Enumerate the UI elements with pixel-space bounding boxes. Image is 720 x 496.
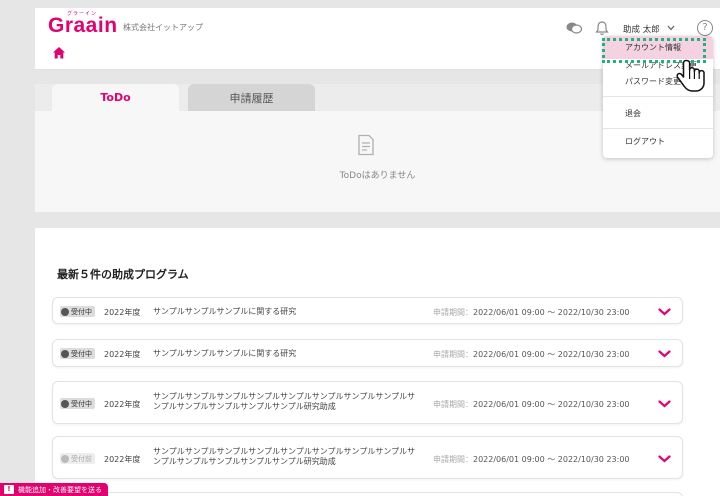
- company-name: 株式会社イットアップ: [123, 23, 203, 32]
- chevron-down-icon[interactable]: [658, 400, 671, 408]
- document-icon: [358, 134, 374, 156]
- status-badge: 受付前: [60, 453, 95, 464]
- program-title: サンプルサンプルサンプルに関する研究: [153, 349, 297, 358]
- program-year: 2022年度: [104, 350, 141, 359]
- program-row[interactable]: [52, 492, 683, 496]
- program-row[interactable]: 受付中 2022年度 サンプルサンプルサンプルに関する研究 申請期間：2022/…: [52, 339, 683, 367]
- menu-divider: [603, 96, 713, 97]
- user-menu-toggle[interactable]: 助成 太郎: [623, 23, 660, 35]
- program-period: 申請期間：2022/06/01 09:00 〜 2022/10/30 23:00: [433, 350, 630, 359]
- status-badge: 受付中: [60, 306, 95, 317]
- section-title: 最新５件の助成プログラム: [57, 268, 189, 281]
- program-title: サンプルサンプルサンプルサンプルサンプルサンプルサンプルサンプルサンプルサンプル…: [153, 447, 416, 466]
- tab-application-history[interactable]: 申請履歴: [188, 84, 315, 111]
- program-title: サンプルサンプルサンプルサンプルサンプルサンプルサンプルサンプルサンプルサンプル…: [153, 392, 416, 411]
- program-year: 2022年度: [104, 400, 141, 409]
- program-period: 申請期間：2022/06/01 09:00 〜 2022/10/30 23:00: [433, 455, 630, 464]
- tab-bar: ToDo 申請履歴: [52, 84, 315, 111]
- status-dot-icon: [61, 454, 69, 463]
- help-icon[interactable]: ?: [697, 20, 713, 36]
- chevron-down-icon[interactable]: [658, 350, 671, 358]
- status-dot-icon: [61, 399, 69, 408]
- home-icon[interactable]: [52, 46, 66, 60]
- program-period: 申請期間：2022/06/01 09:00 〜 2022/10/30 23:00: [433, 308, 630, 317]
- chevron-down-icon[interactable]: [658, 308, 671, 316]
- status-badge: 受付中: [60, 398, 95, 409]
- status-badge: 受付中: [60, 348, 95, 359]
- feedback-button[interactable]: ! 機能追加・改善要望を送る: [0, 483, 108, 496]
- program-row[interactable]: 受付中 2022年度 サンプルサンプルサンプルに関する研究 申請期間：2022/…: [52, 297, 683, 324]
- status-dot-icon: [61, 307, 69, 316]
- status-dot-icon: [61, 349, 69, 358]
- bell-icon[interactable]: [595, 20, 609, 36]
- todo-empty-message: ToDoはありません: [339, 171, 416, 181]
- menu-item-logout[interactable]: ログアウト: [603, 132, 713, 152]
- exclamation-icon: !: [4, 485, 14, 494]
- program-year: 2022年度: [104, 308, 141, 317]
- tab-todo[interactable]: ToDo: [52, 84, 179, 111]
- feedback-label: 機能追加・改善要望を送る: [18, 485, 102, 494]
- chevron-down-icon[interactable]: [658, 455, 671, 463]
- program-period: 申請期間：2022/06/01 09:00 〜 2022/10/30 23:00: [433, 400, 630, 409]
- program-row[interactable]: 受付中 2022年度 サンプルサンプルサンプルサンプルサンプルサンプルサンプルサ…: [52, 381, 683, 424]
- programs-card: 最新５件の助成プログラム 受付中 2022年度 サンプルサンプルサンプルに関する…: [35, 228, 720, 496]
- program-year: 2022年度: [104, 455, 141, 464]
- program-row[interactable]: 受付前 2022年度 サンプルサンプルサンプルサンプルサンプルサンプルサンプルサ…: [52, 436, 683, 479]
- menu-divider: [603, 128, 713, 129]
- chevron-down-icon[interactable]: [667, 25, 675, 31]
- chat-icon[interactable]: [566, 21, 582, 35]
- program-title: サンプルサンプルサンプルに関する研究: [153, 307, 297, 316]
- menu-item-withdraw[interactable]: 退会: [603, 104, 713, 124]
- hand-pointer-icon: [676, 59, 705, 92]
- logo[interactable]: Graain: [48, 14, 118, 38]
